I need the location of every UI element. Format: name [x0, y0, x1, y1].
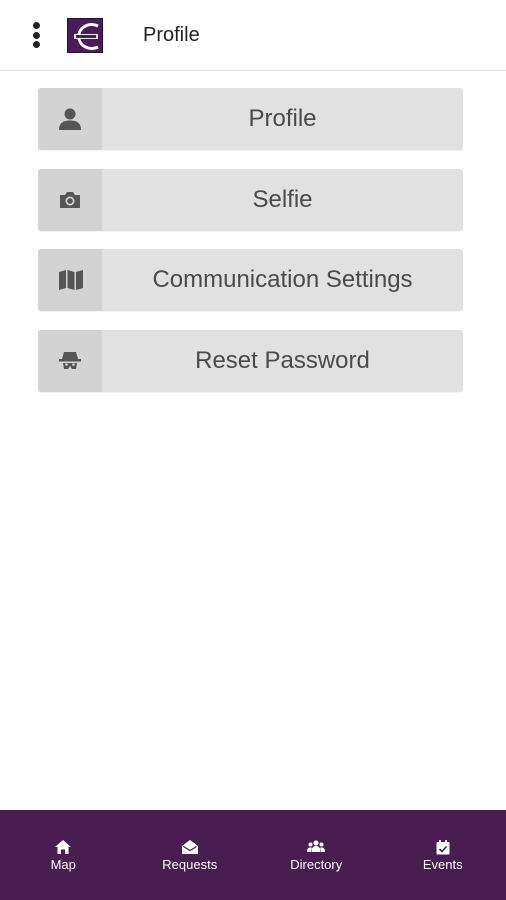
calendar-check-icon — [436, 840, 450, 855]
tab-requests-label: Requests — [162, 857, 218, 872]
envelope-open-icon — [181, 840, 198, 854]
map-icon — [59, 270, 83, 290]
camera-icon — [60, 191, 80, 208]
profile-menu: Profile Selfie Communication Settings Re… — [38, 88, 463, 410]
tab-requests[interactable]: Requests — [127, 810, 254, 900]
profile-icon-box — [38, 88, 102, 150]
page-title: Profile — [143, 24, 200, 46]
home-icon — [55, 840, 72, 854]
reset-password-icon-box — [38, 329, 102, 392]
top-app-bar: Profile — [0, 0, 506, 71]
reset-password-button[interactable]: Reset Password — [38, 329, 463, 392]
users-icon — [307, 840, 326, 852]
tab-events-label: Events — [422, 857, 463, 872]
incognito-icon — [59, 351, 81, 369]
kebab-menu-icon[interactable] — [27, 20, 47, 50]
selfie-button-label: Selfie — [252, 185, 313, 213]
user-icon — [59, 108, 81, 130]
communication-settings-icon-box — [38, 249, 102, 311]
bottom-tab-bar: Map Requests Directory Events — [0, 810, 506, 900]
tab-map-label: Map — [50, 857, 76, 872]
profile-button[interactable]: Profile — [38, 88, 463, 150]
communication-settings-button[interactable]: Communication Settings — [38, 249, 463, 311]
communication-settings-button-label: Communication Settings — [152, 266, 413, 293]
reset-password-button-label: Reset Password — [195, 346, 370, 374]
selfie-button[interactable]: Selfie — [38, 168, 463, 231]
selfie-icon-box — [38, 168, 102, 231]
tab-map[interactable]: Map — [0, 810, 127, 900]
tab-events[interactable]: Events — [380, 810, 506, 900]
tab-directory-label: Directory — [290, 857, 343, 872]
tab-directory[interactable]: Directory — [253, 810, 380, 900]
app-logo — [67, 18, 103, 53]
profile-button-label: Profile — [248, 105, 317, 132]
